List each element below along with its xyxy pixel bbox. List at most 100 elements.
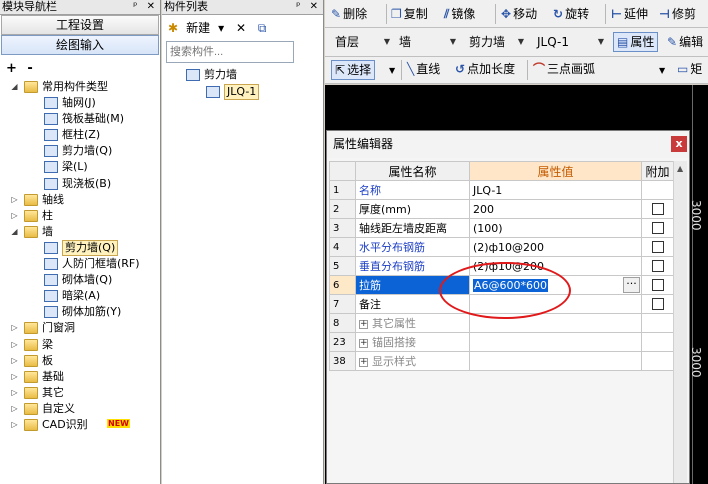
- collapsed-arrow-icon[interactable]: ▷: [10, 388, 19, 398]
- subtype-select[interactable]: 剪力墙 ▼: [465, 32, 527, 52]
- attach-checkbox[interactable]: [651, 203, 664, 215]
- panel-pin-close-icon[interactable]: ᵖ ✕: [296, 0, 321, 14]
- expand-plus-icon[interactable]: +: [359, 357, 368, 367]
- tree-item[interactable]: 轴网(J): [0, 95, 160, 111]
- tree-folder[interactable]: ◢ 墙: [0, 224, 160, 240]
- delete-button[interactable]: ✎ 删除: [331, 5, 367, 23]
- attach-checkbox[interactable]: [651, 222, 664, 234]
- arc-dropdown[interactable]: ▼: [659, 60, 665, 80]
- expanded-arrow-icon[interactable]: ◢: [10, 83, 19, 92]
- property-value[interactable]: [469, 313, 642, 333]
- tree-item[interactable]: 梁(L): [0, 159, 160, 175]
- type-select[interactable]: 墙 ▼: [395, 32, 459, 52]
- drawing-input-button[interactable]: 绘图输入: [1, 35, 159, 55]
- property-row[interactable]: 7 备注: [329, 294, 674, 314]
- tree-folder[interactable]: ▷ CAD识别 NEW: [0, 417, 160, 433]
- component-search-input[interactable]: [166, 41, 294, 63]
- copy-button[interactable]: ❐ 复制: [391, 5, 428, 23]
- project-settings-button[interactable]: 工程设置: [1, 15, 159, 35]
- component-select[interactable]: JLQ-1 ▼: [533, 32, 607, 52]
- dialog-title-bar[interactable]: 属性编辑器 x: [327, 131, 689, 158]
- tree-item[interactable]: 暗梁(A): [0, 288, 160, 304]
- property-row[interactable]: 3 轴线距左墙皮距离 (100): [329, 218, 674, 238]
- expand-plus-icon[interactable]: +: [359, 338, 368, 348]
- trim-button[interactable]: ⊣ 修剪: [659, 5, 696, 23]
- tree-item[interactable]: JLQ-1: [162, 84, 323, 101]
- move-button[interactable]: ✥ 移动: [501, 5, 537, 23]
- select-dropdown[interactable]: ▼: [389, 60, 395, 80]
- property-value-input[interactable]: A6@600*600: [473, 278, 549, 292]
- property-value[interactable]: 200: [469, 199, 642, 219]
- mirror-button[interactable]: ⫽ 镜像: [444, 5, 475, 23]
- property-row[interactable]: 2 厚度(mm) 200: [329, 199, 674, 219]
- attach-checkbox[interactable]: [651, 298, 664, 310]
- tree-item[interactable]: 剪力墙: [162, 67, 323, 84]
- three-point-arc-button[interactable]: ⌒ 三点画弧: [533, 60, 595, 78]
- property-button[interactable]: ▤ 属性: [613, 32, 659, 52]
- copy-icon[interactable]: ⧉: [258, 21, 267, 35]
- property-value[interactable]: JLQ-1: [469, 180, 642, 200]
- expanded-arrow-icon[interactable]: ◢: [10, 227, 19, 237]
- dialog-scrollbar[interactable]: ▲: [673, 161, 687, 483]
- property-row[interactable]: 4 水平分布钢筋 (2)ф10@200: [329, 237, 674, 257]
- tree-folder[interactable]: ▷ 梁: [0, 337, 160, 353]
- tree-folder[interactable]: ▷ 门窗洞: [0, 320, 160, 336]
- floor-select[interactable]: 首层 ▼: [331, 32, 393, 52]
- scroll-up-icon[interactable]: ▲: [677, 164, 683, 173]
- close-icon[interactable]: x: [671, 136, 687, 152]
- tree-folder[interactable]: ◢ 常用构件类型: [0, 79, 160, 95]
- attach-checkbox[interactable]: [651, 279, 664, 291]
- property-value[interactable]: (100): [469, 218, 642, 238]
- property-value[interactable]: (2)ф10@200: [469, 237, 642, 257]
- collapsed-arrow-icon[interactable]: ▷: [10, 211, 19, 221]
- point-length-button[interactable]: ↺ 点加长度: [455, 60, 515, 78]
- collapsed-arrow-icon[interactable]: ▷: [10, 324, 19, 333]
- select-button[interactable]: ⇱ 选择: [331, 60, 376, 80]
- property-value[interactable]: [469, 351, 642, 371]
- attach-checkbox[interactable]: [651, 260, 664, 272]
- delete-icon[interactable]: ✕: [236, 21, 246, 35]
- tree-folder[interactable]: ▷ 自定义: [0, 401, 160, 417]
- edit-rebar-button[interactable]: ✎ 编辑: [667, 33, 703, 51]
- property-row[interactable]: 8 + 其它属性: [329, 313, 674, 333]
- tree-item[interactable]: 剪力墙(Q): [0, 239, 160, 256]
- expand-collapse-tools[interactable]: + -: [0, 55, 160, 79]
- tree-item[interactable]: 人防门框墙(RF): [0, 256, 160, 272]
- property-value-editing[interactable]: A6@600*600 ···: [469, 275, 642, 295]
- collapsed-arrow-icon[interactable]: ▷: [10, 195, 19, 205]
- tree-item[interactable]: 筏板基础(M): [0, 111, 160, 127]
- tree-item[interactable]: 剪力墙(Q): [0, 143, 160, 159]
- property-value[interactable]: (2)ф10@200: [469, 256, 642, 276]
- tree-folder[interactable]: ▷ 其它: [0, 385, 160, 401]
- tree-item[interactable]: 砌体墙(Q): [0, 272, 160, 288]
- property-row[interactable]: 5 垂直分布钢筋 (2)ф10@200: [329, 256, 674, 276]
- panel-pin-close-icon[interactable]: ᵖ ✕: [133, 0, 158, 14]
- property-row[interactable]: 6 拉筋 A6@600*600 ···: [329, 275, 674, 295]
- tree-item[interactable]: 现浇板(B): [0, 176, 160, 192]
- tree-item-label: 框柱(Z): [62, 128, 101, 142]
- extend-button[interactable]: ⊢ 延伸: [611, 5, 648, 23]
- line-button[interactable]: ╲ 直线: [407, 60, 440, 78]
- expand-plus-icon[interactable]: +: [359, 319, 368, 329]
- tree-item[interactable]: 砌体加筋(Y): [0, 304, 160, 320]
- tree-folder[interactable]: ▷ 轴线: [0, 192, 160, 208]
- ellipsis-button[interactable]: ···: [623, 277, 640, 293]
- property-row[interactable]: 1 名称 JLQ-1: [329, 180, 674, 200]
- collapsed-arrow-icon[interactable]: ▷: [10, 340, 19, 350]
- tree-item[interactable]: 框柱(Z): [0, 127, 160, 143]
- property-row[interactable]: 23 + 锚固搭接: [329, 332, 674, 352]
- rotate-button[interactable]: ↻ 旋转: [553, 5, 589, 23]
- tree-folder[interactable]: ▷ 柱: [0, 208, 160, 224]
- property-value[interactable]: [469, 294, 642, 314]
- collapsed-arrow-icon[interactable]: ▷: [10, 356, 19, 366]
- tree-folder[interactable]: ▷ 板: [0, 353, 160, 369]
- collapsed-arrow-icon[interactable]: ▷: [10, 420, 19, 430]
- property-row[interactable]: 38 + 显示样式: [329, 351, 674, 371]
- collapsed-arrow-icon[interactable]: ▷: [10, 404, 19, 414]
- new-component-button[interactable]: ✱ 新建 ▾: [168, 21, 224, 35]
- collapsed-arrow-icon[interactable]: ▷: [10, 372, 19, 382]
- attach-checkbox[interactable]: [651, 241, 664, 253]
- tree-folder[interactable]: ▷ 基础: [0, 369, 160, 385]
- rectangle-button[interactable]: ▭ 矩: [677, 60, 702, 78]
- property-value[interactable]: [469, 332, 642, 352]
